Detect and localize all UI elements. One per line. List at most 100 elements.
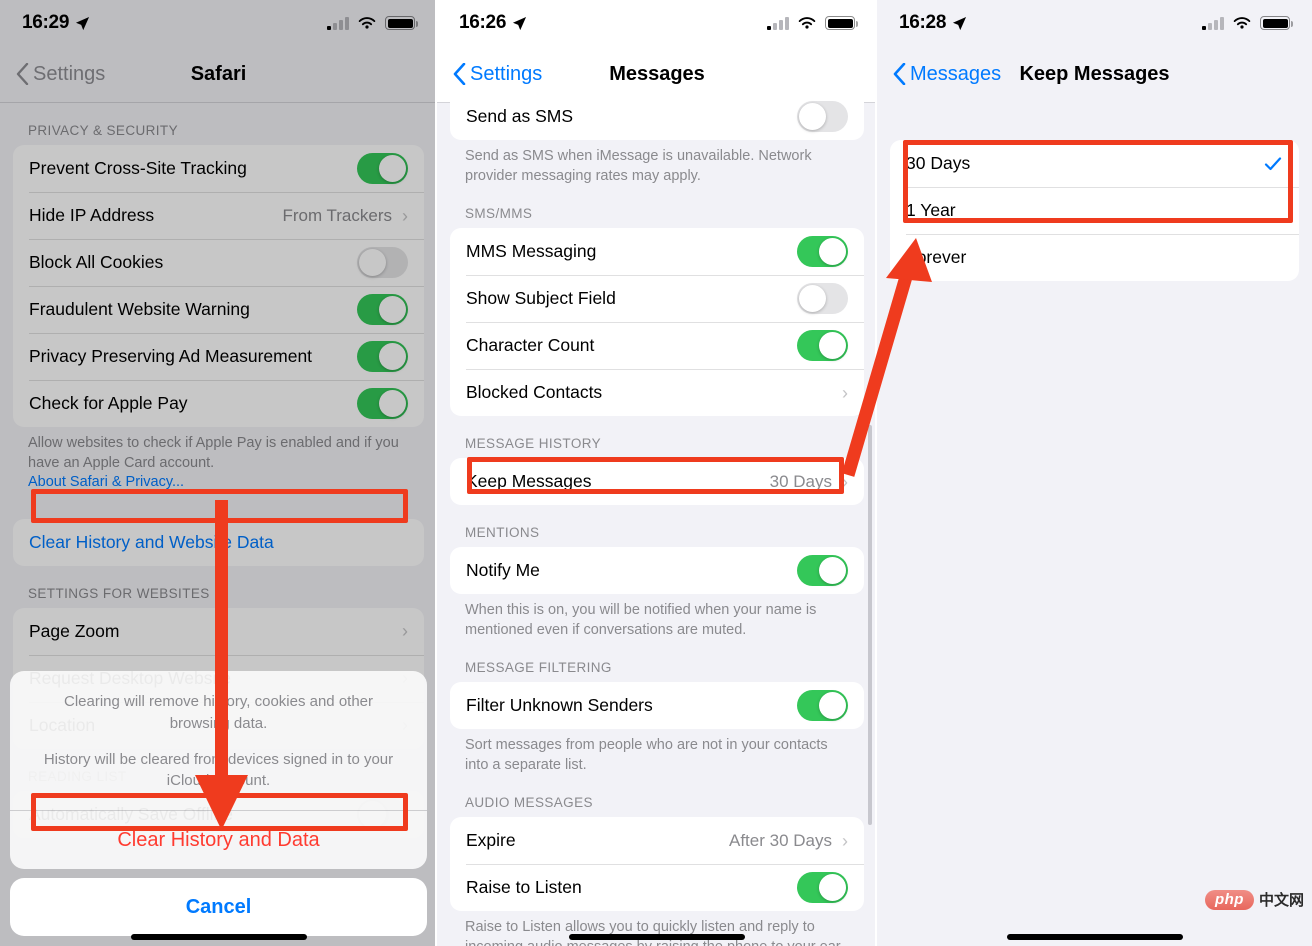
cellular-bars-icon (767, 16, 789, 30)
row-label: Blocked Contacts (466, 382, 603, 403)
card-privacy: Prevent Cross-Site Tracking Hide IP Addr… (13, 145, 424, 427)
row-keep-messages[interactable]: Keep Messages 30 Days › (450, 458, 864, 505)
row-notify-me[interactable]: Notify Me (450, 547, 864, 594)
chevron-right-icon: › (842, 382, 848, 403)
option-1-year[interactable]: 1 Year (890, 187, 1299, 234)
row-prevent-cross-site-tracking[interactable]: Prevent Cross-Site Tracking (13, 145, 424, 192)
toggle-filter-unknown-senders[interactable] (797, 690, 848, 722)
row-right: From Trackers › (282, 206, 408, 226)
row-label: Privacy Preserving Ad Measurement (29, 346, 313, 366)
card-keep-messages-options: 30 Days 1 Year Forever (890, 140, 1299, 281)
chevron-left-icon (453, 63, 466, 85)
row-right: After 30 Days › (729, 831, 848, 851)
action-sheet-block: Clearing will remove history, cookies an… (10, 671, 427, 869)
chevron-right-icon: › (402, 205, 408, 226)
footnote-apple-pay: Allow websites to check if Apple Pay is … (0, 427, 437, 493)
status-bar: 16:28 (877, 0, 1312, 46)
row-character-count[interactable]: Character Count (450, 322, 864, 369)
status-right (767, 16, 858, 31)
nav-bar: Settings Safari (0, 46, 437, 102)
row-label: Notify Me (466, 560, 540, 581)
home-indicator (1006, 934, 1183, 940)
group-header-mentions: MENTIONS (465, 525, 540, 541)
status-left: 16:28 (899, 12, 967, 34)
row-label: Page Zoom (29, 620, 120, 641)
row-show-subject-field[interactable]: Show Subject Field (450, 275, 864, 322)
row-label: MMS Messaging (466, 241, 597, 262)
panel-divider-1 (435, 0, 437, 946)
battery-full-icon (825, 16, 858, 30)
back-button-messages[interactable]: Messages (893, 63, 1001, 86)
back-button-settings[interactable]: Settings (453, 63, 542, 86)
option-label: 1 Year (906, 200, 956, 220)
row-filter-unknown-senders[interactable]: Filter Unknown Senders (450, 682, 864, 729)
row-page-zoom[interactable]: Page Zoom › (13, 608, 424, 655)
chevron-right-icon: › (842, 471, 848, 492)
row-clear-history-and-website-data[interactable]: Clear History and Website Data (13, 519, 424, 566)
back-label: Messages (910, 62, 1002, 85)
row-privacy-preserving-ad-measurement[interactable]: Privacy Preserving Ad Measurement (13, 333, 424, 380)
action-sheet: Clearing will remove history, cookies an… (0, 671, 437, 946)
nav-bar: Messages Keep Messages (877, 46, 1312, 102)
option-30-days[interactable]: 30 Days (890, 140, 1299, 187)
battery-full-icon (1260, 16, 1293, 30)
action-sheet-message-line1: Clearing will remove history, cookies an… (63, 693, 374, 732)
row-label: Fraudulent Website Warning (29, 299, 250, 319)
row-send-as-sms[interactable]: Send as SMS (450, 93, 864, 140)
battery-full-icon (385, 16, 418, 30)
card-clear-history: Clear History and Website Data (13, 518, 424, 566)
chevron-left-icon (893, 63, 906, 85)
status-right (1202, 16, 1293, 31)
row-fraudulent-website-warning[interactable]: Fraudulent Website Warning (13, 286, 424, 333)
vertical-scrollbar[interactable] (868, 425, 872, 825)
footnote-audio-messages: Raise to Listen allows you to quickly li… (465, 919, 844, 946)
toggle-privacy-preserving-ad-measurement[interactable] (357, 341, 408, 372)
chevron-right-icon: › (402, 621, 408, 642)
panel-keep-messages: 16:28 Messages Keep Messages 30 Days 1 Y… (877, 0, 1312, 946)
toggle-show-subject-field[interactable] (797, 283, 848, 315)
row-expire[interactable]: Expire After 30 Days › (450, 817, 864, 864)
row-label: Expire (466, 830, 516, 851)
toggle-mms-messaging[interactable] (797, 236, 848, 268)
clear-history-and-data-button[interactable]: Clear History and Data (10, 811, 427, 869)
row-right: 30 Days › (770, 472, 848, 492)
toggle-send-as-sms[interactable] (797, 101, 848, 132)
cancel-button[interactable]: Cancel (10, 878, 427, 936)
footnote-text: Allow websites to check if Apple Pay is … (28, 435, 399, 471)
cellular-bars-icon (327, 16, 349, 30)
toggle-check-for-apple-pay[interactable] (357, 388, 408, 419)
wifi-icon (1233, 16, 1251, 29)
toggle-notify-me[interactable] (797, 555, 848, 587)
location-arrow-icon (76, 16, 90, 30)
row-mms-messaging[interactable]: MMS Messaging (450, 228, 864, 275)
home-indicator (569, 934, 745, 940)
row-label: Hide IP Address (29, 205, 155, 225)
row-check-for-apple-pay[interactable]: Check for Apple Pay (13, 380, 424, 427)
group-header-privacy: PRIVACY & SECURITY (28, 123, 178, 138)
row-block-all-cookies[interactable]: Block All Cookies (13, 239, 424, 286)
row-raise-to-listen[interactable]: Raise to Listen (450, 864, 864, 911)
row-value: After 30 Days (729, 830, 832, 850)
about-safari-privacy-link[interactable]: About Safari & Privacy... (28, 474, 184, 490)
toggle-block-all-cookies[interactable] (357, 247, 408, 278)
back-label: Settings (33, 62, 106, 85)
toggle-raise-to-listen[interactable] (797, 872, 848, 904)
row-label: Check for Apple Pay (29, 393, 188, 413)
back-button-settings[interactable]: Settings (16, 63, 105, 86)
toggle-prevent-cross-site-tracking[interactable] (357, 153, 408, 184)
card-message-history: Keep Messages 30 Days › (450, 458, 864, 506)
row-label: Keep Messages (466, 471, 592, 492)
row-label: Raise to Listen (466, 877, 582, 898)
panel-messages-settings: 16:26 Settings Messages Send as SMS Send… (437, 0, 877, 946)
option-label: Forever (906, 247, 967, 267)
row-label: Block All Cookies (29, 252, 164, 272)
row-hide-ip-address[interactable]: Hide IP Address From Trackers › (13, 192, 424, 239)
row-blocked-contacts[interactable]: Blocked Contacts › (450, 369, 864, 416)
group-header-settings-for-websites: SETTINGS FOR WEBSITES (28, 585, 210, 601)
group-header-message-filtering: MESSAGE FILTERING (465, 660, 612, 676)
row-value: From Trackers (282, 205, 392, 225)
toggle-fraudulent-website-warning[interactable] (357, 294, 408, 325)
option-forever[interactable]: Forever (890, 234, 1299, 281)
messages-content: Send as SMS Send as SMS when iMessage is… (437, 93, 877, 946)
toggle-character-count[interactable] (797, 330, 848, 362)
